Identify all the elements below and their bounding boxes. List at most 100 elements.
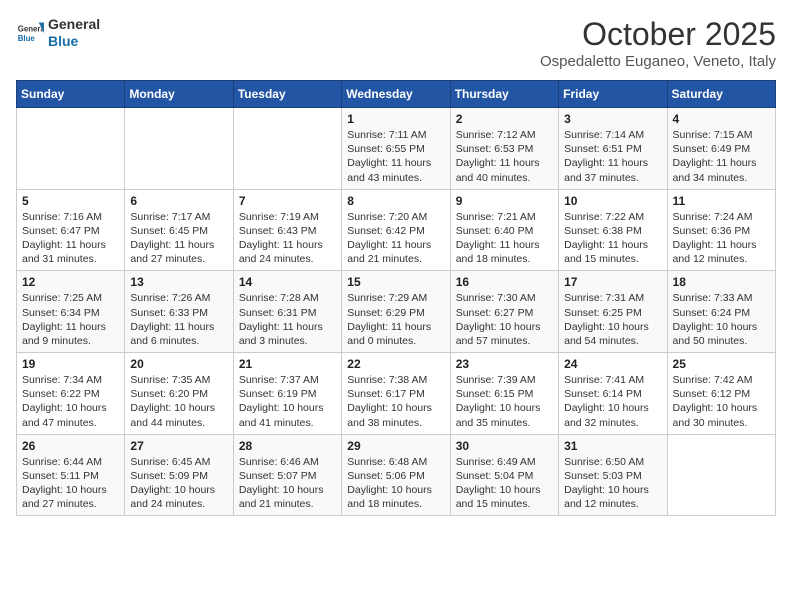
day-number: 7 <box>239 194 336 208</box>
calendar-cell: 23Sunrise: 7:39 AMSunset: 6:15 PMDayligh… <box>450 353 558 435</box>
logo-blue-text: Blue <box>48 33 100 50</box>
weekday-header-friday: Friday <box>559 81 667 108</box>
day-info: Sunrise: 7:12 AMSunset: 6:53 PMDaylight:… <box>456 128 553 185</box>
day-info: Sunrise: 7:16 AMSunset: 6:47 PMDaylight:… <box>22 210 119 267</box>
day-number: 6 <box>130 194 227 208</box>
day-info: Sunrise: 7:26 AMSunset: 6:33 PMDaylight:… <box>130 291 227 348</box>
calendar-cell: 25Sunrise: 7:42 AMSunset: 6:12 PMDayligh… <box>667 353 775 435</box>
day-number: 31 <box>564 439 661 453</box>
weekday-header-sunday: Sunday <box>17 81 125 108</box>
week-row-3: 12 Sunrise: 7:25 AMSunset: 6:34 PMDayligh… <box>17 271 776 353</box>
day-number: 3 <box>564 112 661 126</box>
day-info: Sunrise: 7:38 AMSunset: 6:17 PMDaylight:… <box>347 373 444 430</box>
day-info: Sunrise: 7:15 AMSunset: 6:49 PMDaylight:… <box>673 128 770 185</box>
weekday-header-wednesday: Wednesday <box>342 81 450 108</box>
weekday-header-thursday: Thursday <box>450 81 558 108</box>
calendar-cell: 17 Sunrise: 7:31 AMSunset: 6:25 PMDayligh… <box>559 271 667 353</box>
day-info: Sunrise: 7:24 AMSunset: 6:36 PMDaylight:… <box>673 210 770 267</box>
title-block: October 2025 Ospedaletto Euganeo, Veneto… <box>540 16 776 70</box>
logo-general-text: General <box>48 16 100 33</box>
day-info: Sunrise: 7:20 AMSunset: 6:42 PMDaylight:… <box>347 210 444 267</box>
week-row-1: 1Sunrise: 7:11 AMSunset: 6:55 PMDaylight… <box>17 108 776 190</box>
day-number: 22 <box>347 357 444 371</box>
day-number: 10 <box>564 194 661 208</box>
calendar-body: 1Sunrise: 7:11 AMSunset: 6:55 PMDaylight… <box>17 108 776 516</box>
day-number: 21 <box>239 357 336 371</box>
day-info: Sunrise: 7:22 AMSunset: 6:38 PMDaylight:… <box>564 210 661 267</box>
day-number: 30 <box>456 439 553 453</box>
calendar-cell: 1Sunrise: 7:11 AMSunset: 6:55 PMDaylight… <box>342 108 450 190</box>
calendar-cell: 21 Sunrise: 7:37 AMSunset: 6:19 PMDayligh… <box>233 353 341 435</box>
calendar-cell: 18Sunrise: 7:33 AMSunset: 6:24 PMDayligh… <box>667 271 775 353</box>
calendar-cell: 9 Sunrise: 7:21 AMSunset: 6:40 PMDaylight… <box>450 189 558 271</box>
calendar-table: SundayMondayTuesdayWednesdayThursdayFrid… <box>16 80 776 516</box>
calendar-cell: 26 Sunrise: 6:44 AMSunset: 5:11 PMDayligh… <box>17 434 125 516</box>
calendar-cell: 2Sunrise: 7:12 AMSunset: 6:53 PMDaylight… <box>450 108 558 190</box>
day-number: 8 <box>347 194 444 208</box>
calendar-cell: 10 Sunrise: 7:22 AMSunset: 6:38 PMDayligh… <box>559 189 667 271</box>
day-info: Sunrise: 6:50 AMSunset: 5:03 PMDaylight:… <box>564 455 661 512</box>
day-number: 12 <box>22 275 119 289</box>
day-info: Sunrise: 7:34 AMSunset: 6:22 PMDaylight:… <box>22 373 119 430</box>
day-info: Sunrise: 6:44 AMSunset: 5:11 PMDaylight:… <box>22 455 119 512</box>
day-number: 5 <box>22 194 119 208</box>
calendar-cell: 30 Sunrise: 6:49 AMSunset: 5:04 PMDayligh… <box>450 434 558 516</box>
day-number: 25 <box>673 357 770 371</box>
day-number: 11 <box>673 194 770 208</box>
day-number: 9 <box>456 194 553 208</box>
day-number: 29 <box>347 439 444 453</box>
calendar-cell: 19 Sunrise: 7:34 AMSunset: 6:22 PMDayligh… <box>17 353 125 435</box>
svg-text:Blue: Blue <box>18 34 36 43</box>
calendar-cell: 27Sunrise: 6:45 AMSunset: 5:09 PMDayligh… <box>125 434 233 516</box>
day-info: Sunrise: 7:35 AMSunset: 6:20 PMDaylight:… <box>130 373 227 430</box>
svg-text:General: General <box>18 24 44 33</box>
day-info: Sunrise: 7:37 AMSunset: 6:19 PMDaylight:… <box>239 373 336 430</box>
location-title: Ospedaletto Euganeo, Veneto, Italy <box>540 53 776 70</box>
day-info: Sunrise: 7:19 AMSunset: 6:43 PMDaylight:… <box>239 210 336 267</box>
day-info: Sunrise: 7:25 AMSunset: 6:34 PMDaylight:… <box>22 291 119 348</box>
day-number: 24 <box>564 357 661 371</box>
calendar-cell: 20Sunrise: 7:35 AMSunset: 6:20 PMDayligh… <box>125 353 233 435</box>
calendar-cell: 8 Sunrise: 7:20 AMSunset: 6:42 PMDaylight… <box>342 189 450 271</box>
weekday-header-row: SundayMondayTuesdayWednesdayThursdayFrid… <box>17 81 776 108</box>
week-row-2: 5 Sunrise: 7:16 AMSunset: 6:47 PMDaylight… <box>17 189 776 271</box>
day-number: 13 <box>130 275 227 289</box>
logo: General Blue General Blue <box>16 16 100 50</box>
calendar-cell: 6Sunrise: 7:17 AMSunset: 6:45 PMDaylight… <box>125 189 233 271</box>
weekday-header-tuesday: Tuesday <box>233 81 341 108</box>
day-number: 14 <box>239 275 336 289</box>
day-number: 19 <box>22 357 119 371</box>
day-info: Sunrise: 7:29 AMSunset: 6:29 PMDaylight:… <box>347 291 444 348</box>
calendar-cell: 31 Sunrise: 6:50 AMSunset: 5:03 PMDayligh… <box>559 434 667 516</box>
day-number: 16 <box>456 275 553 289</box>
calendar-cell: 7 Sunrise: 7:19 AMSunset: 6:43 PMDaylight… <box>233 189 341 271</box>
day-number: 1 <box>347 112 444 126</box>
weekday-header-monday: Monday <box>125 81 233 108</box>
calendar-cell <box>17 108 125 190</box>
calendar-cell <box>125 108 233 190</box>
day-info: Sunrise: 7:41 AMSunset: 6:14 PMDaylight:… <box>564 373 661 430</box>
calendar-cell: 12 Sunrise: 7:25 AMSunset: 6:34 PMDayligh… <box>17 271 125 353</box>
logo-icon: General Blue <box>16 19 44 47</box>
calendar-cell: 14Sunrise: 7:28 AMSunset: 6:31 PMDayligh… <box>233 271 341 353</box>
day-info: Sunrise: 7:21 AMSunset: 6:40 PMDaylight:… <box>456 210 553 267</box>
page-header: General Blue General Blue October 2025 O… <box>16 16 776 70</box>
day-info: Sunrise: 7:31 AMSunset: 6:25 PMDaylight:… <box>564 291 661 348</box>
week-row-4: 19 Sunrise: 7:34 AMSunset: 6:22 PMDayligh… <box>17 353 776 435</box>
day-info: Sunrise: 6:48 AMSunset: 5:06 PMDaylight:… <box>347 455 444 512</box>
day-info: Sunrise: 6:49 AMSunset: 5:04 PMDaylight:… <box>456 455 553 512</box>
weekday-header-saturday: Saturday <box>667 81 775 108</box>
day-number: 23 <box>456 357 553 371</box>
calendar-cell: 13 Sunrise: 7:26 AMSunset: 6:33 PMDayligh… <box>125 271 233 353</box>
calendar-cell: 15Sunrise: 7:29 AMSunset: 6:29 PMDayligh… <box>342 271 450 353</box>
calendar-cell <box>233 108 341 190</box>
day-number: 18 <box>673 275 770 289</box>
calendar-cell: 11 Sunrise: 7:24 AMSunset: 6:36 PMDayligh… <box>667 189 775 271</box>
day-number: 4 <box>673 112 770 126</box>
day-number: 17 <box>564 275 661 289</box>
day-info: Sunrise: 7:14 AMSunset: 6:51 PMDaylight:… <box>564 128 661 185</box>
week-row-5: 26 Sunrise: 6:44 AMSunset: 5:11 PMDayligh… <box>17 434 776 516</box>
day-number: 27 <box>130 439 227 453</box>
day-number: 26 <box>22 439 119 453</box>
calendar-cell: 24 Sunrise: 7:41 AMSunset: 6:14 PMDayligh… <box>559 353 667 435</box>
